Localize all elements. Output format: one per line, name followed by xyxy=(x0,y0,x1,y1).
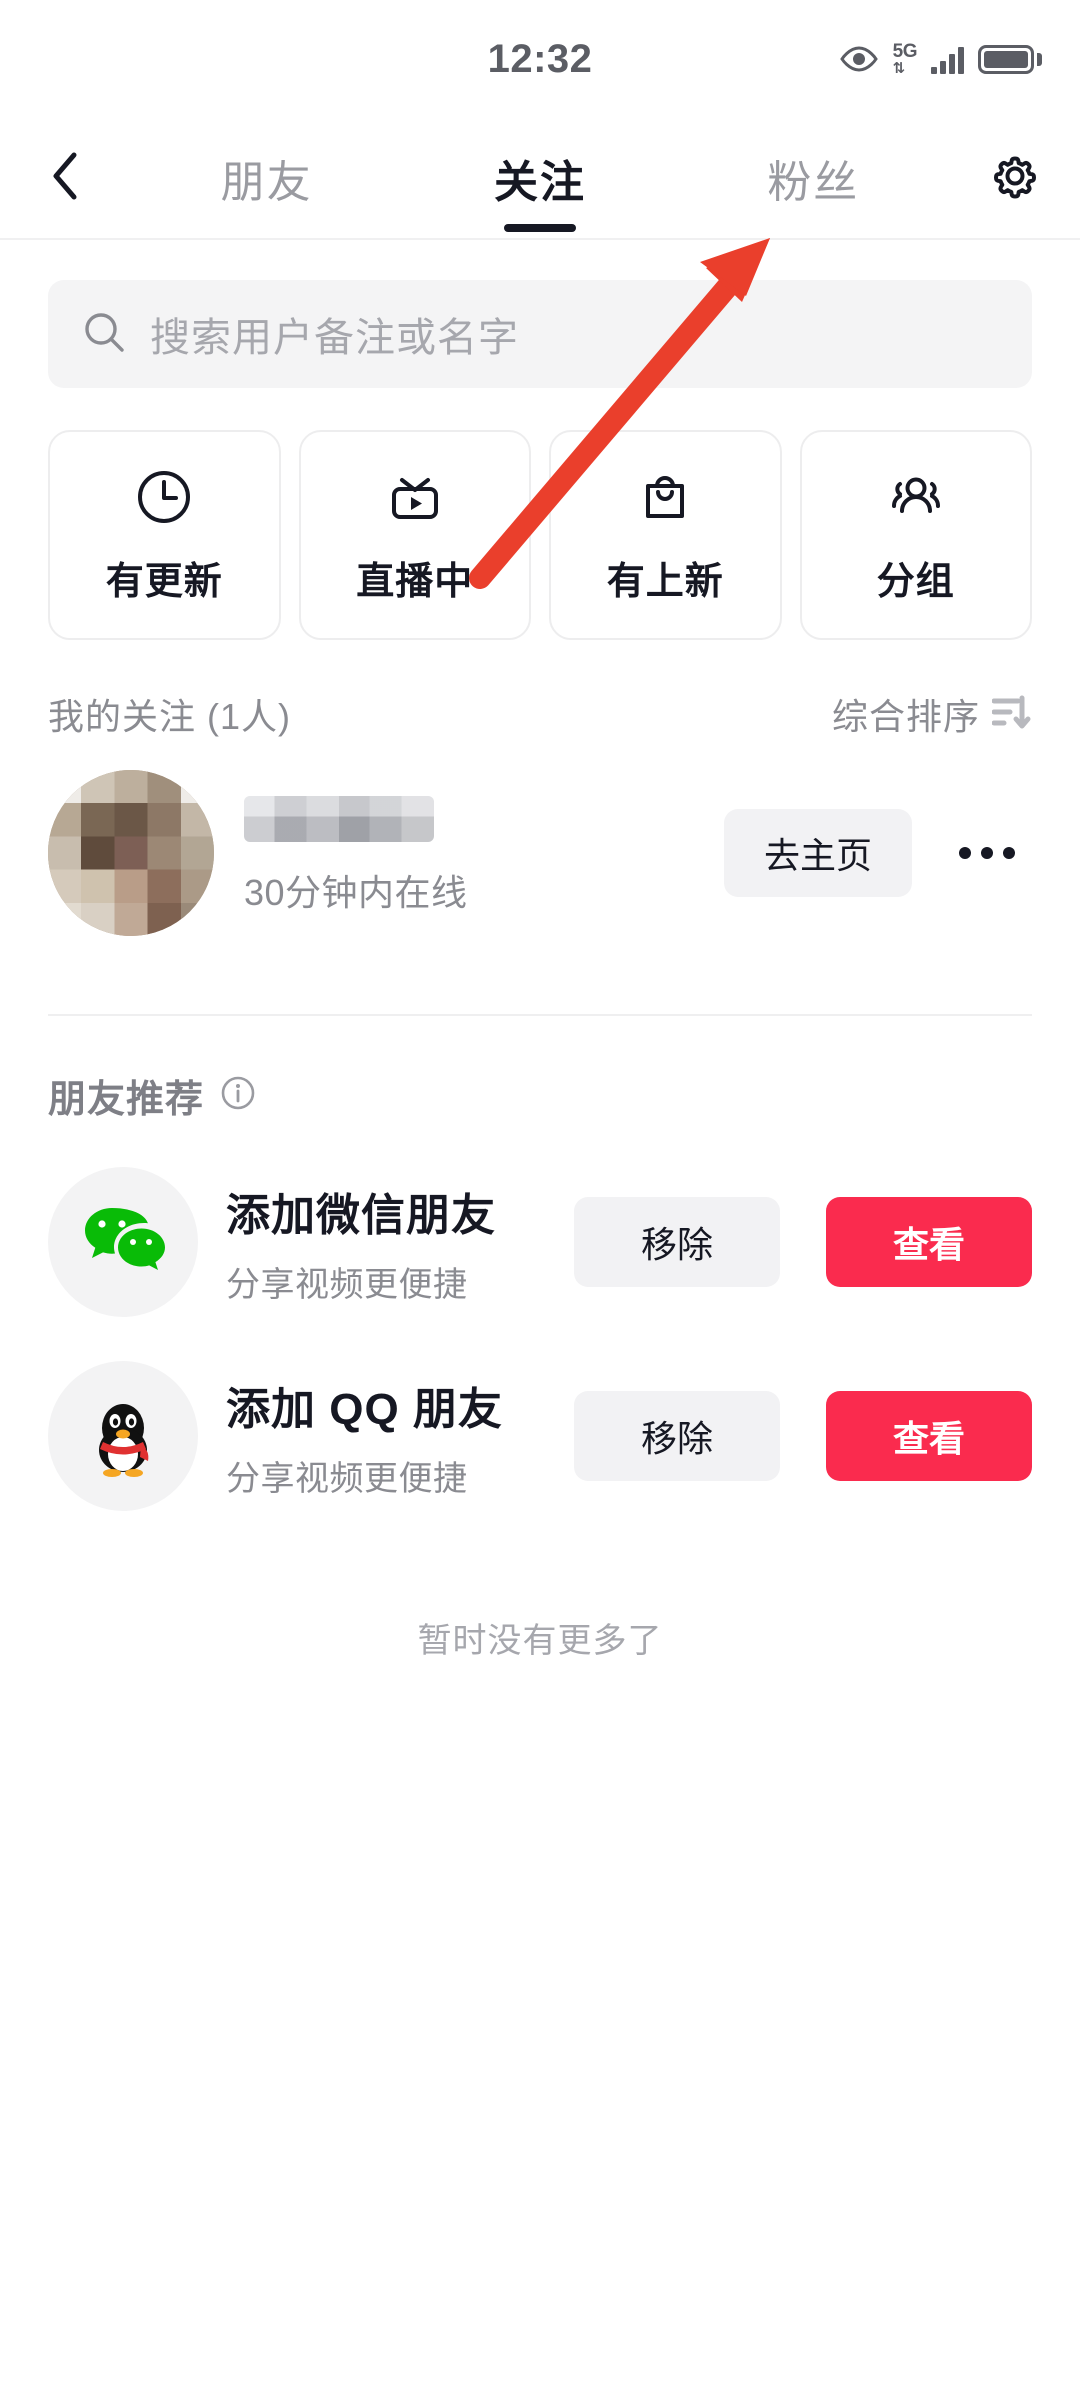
qq-avatar xyxy=(48,1361,198,1511)
more-dots-icon xyxy=(959,847,971,859)
quick-action-label: 分组 xyxy=(876,560,955,603)
battery-icon xyxy=(978,44,1042,74)
recommend-section-header: 朋友推荐 xyxy=(0,1016,1080,1123)
recommend-name: 添加微信朋友 xyxy=(226,1190,496,1240)
search-icon xyxy=(82,310,126,359)
recommend-item-wechat[interactable]: 添加微信朋友 分享视频更便捷 移除 查看 xyxy=(0,1123,1080,1317)
view-button[interactable]: 查看 xyxy=(826,1391,1032,1481)
quick-actions-row: 有更新 直播中 有上新 分组 xyxy=(0,388,1080,640)
signal-icon xyxy=(931,44,964,74)
sort-icon xyxy=(991,694,1032,735)
search-placeholder: 搜索用户备注或名字 xyxy=(150,316,519,360)
recommend-subtitle: 分享视频更便捷 xyxy=(226,1459,468,1498)
status-bar: 12:32 5G ⇅ xyxy=(0,0,1080,118)
tab-list: 朋友 关注 粉丝 xyxy=(130,118,950,238)
sort-control[interactable]: 综合排序 xyxy=(832,688,1032,740)
quick-action-label: 直播中 xyxy=(356,560,474,603)
clock-icon xyxy=(133,466,195,528)
quick-action-groups[interactable]: 分组 xyxy=(799,430,1032,640)
quick-action-label: 有更新 xyxy=(105,560,223,603)
status-icons: 5G ⇅ xyxy=(839,42,1042,76)
quick-action-updates[interactable]: 有更新 xyxy=(48,430,281,640)
recommend-subtitle: 分享视频更便捷 xyxy=(226,1265,468,1304)
dismiss-button[interactable]: 移除 xyxy=(574,1391,780,1481)
back-button[interactable] xyxy=(0,118,130,238)
recommend-text: 添加 QQ 朋友 分享视频更便捷 xyxy=(226,1373,546,1500)
shopping-bag-icon xyxy=(634,466,696,528)
quick-action-live[interactable]: 直播中 xyxy=(298,430,531,640)
more-options-button[interactable] xyxy=(942,847,1032,859)
quick-action-label: 有上新 xyxy=(606,560,724,603)
recommend-text: 添加微信朋友 分享视频更便捷 xyxy=(226,1179,546,1306)
tab-friends[interactable]: 朋友 xyxy=(193,118,341,238)
recommend-item-qq[interactable]: 添加 QQ 朋友 分享视频更便捷 移除 查看 xyxy=(0,1317,1080,1511)
status-time: 12:32 xyxy=(487,36,593,81)
wechat-icon xyxy=(77,1194,169,1291)
recommend-title: 朋友推荐 xyxy=(48,1079,205,1121)
wechat-avatar xyxy=(48,1167,198,1317)
go-to-profile-button[interactable]: 去主页 xyxy=(723,809,912,897)
tab-following[interactable]: 关注 xyxy=(466,118,614,238)
end-of-list-text: 暂时没有更多了 xyxy=(417,1622,663,1660)
top-navigation-bar: 朋友 关注 粉丝 xyxy=(0,118,1080,240)
recommend-name: 添加 QQ 朋友 xyxy=(226,1384,503,1434)
quick-action-new-items[interactable]: 有上新 xyxy=(549,430,782,640)
info-icon[interactable] xyxy=(220,1075,256,1116)
settings-button[interactable] xyxy=(950,118,1080,238)
user-online-status: 30分钟内在线 xyxy=(244,872,468,913)
gear-icon xyxy=(987,148,1043,209)
sort-label: 综合排序 xyxy=(831,696,980,737)
tab-label: 粉丝 xyxy=(767,158,860,207)
user-name-redacted xyxy=(244,796,434,842)
live-tv-icon xyxy=(384,466,446,528)
following-list-row[interactable]: 30分钟内在线 去主页 xyxy=(0,740,1080,936)
search-section: 搜索用户备注或名字 xyxy=(0,240,1080,388)
chevron-left-icon xyxy=(48,151,82,206)
qq-penguin-icon xyxy=(77,1388,169,1485)
tab-fans[interactable]: 粉丝 xyxy=(739,118,887,238)
following-section-header: 我的关注 (1人) 综合排序 xyxy=(0,640,1080,740)
search-input[interactable]: 搜索用户备注或名字 xyxy=(48,280,1032,388)
user-info: 30分钟内在线 xyxy=(244,790,694,916)
view-button[interactable]: 查看 xyxy=(826,1197,1032,1287)
tab-label: 朋友 xyxy=(220,158,313,207)
people-group-icon xyxy=(885,466,947,528)
network-type-icon: 5G ⇅ xyxy=(892,41,918,77)
following-count-label: 我的关注 (1人) xyxy=(48,696,292,737)
eye-icon xyxy=(839,46,879,72)
avatar[interactable] xyxy=(48,770,214,936)
active-tab-indicator xyxy=(503,224,576,232)
dismiss-button[interactable]: 移除 xyxy=(574,1197,780,1287)
tab-label: 关注 xyxy=(493,158,586,207)
